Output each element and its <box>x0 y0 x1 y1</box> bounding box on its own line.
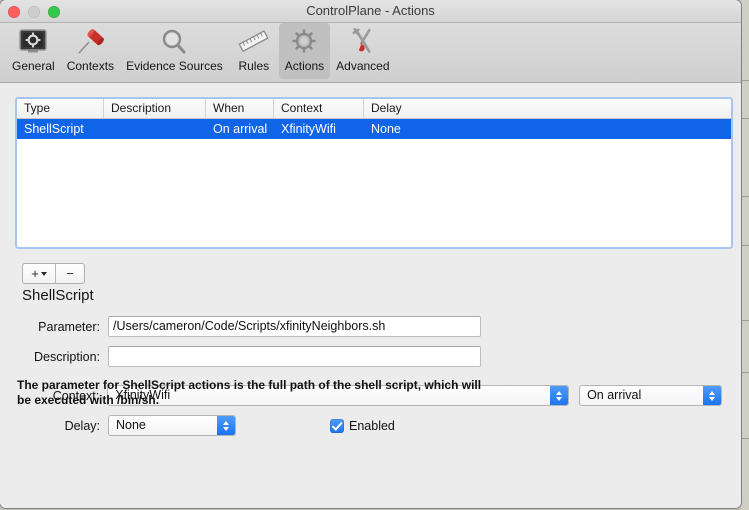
when-select[interactable]: On arrival <box>579 385 722 406</box>
add-action-button[interactable]: + <box>23 264 56 283</box>
chevron-down-icon <box>223 426 229 431</box>
toolbar-item-advanced[interactable]: Advanced <box>330 23 395 79</box>
stepper-icon[interactable] <box>217 416 235 435</box>
application-window: ControlPlane - Actions General Contexts … <box>0 0 741 508</box>
enabled-checkbox[interactable]: Enabled <box>330 418 395 433</box>
toolbar-item-actions[interactable]: Actions <box>278 23 331 79</box>
chevron-up-icon <box>223 420 229 425</box>
stepper-icon[interactable] <box>703 386 721 405</box>
toolbar-item-label: General <box>12 59 55 73</box>
chevron-down-icon <box>556 396 563 401</box>
window-titlebar[interactable]: ControlPlane - Actions <box>0 0 741 23</box>
table-row[interactable]: ShellScript On arrival XfinityWifi None <box>17 119 731 139</box>
toolbar-item-general[interactable]: General <box>6 23 61 79</box>
list-controls: + − <box>22 263 85 284</box>
delay-select-value: None <box>116 418 146 432</box>
parameter-input[interactable]: /Users/cameron/Code/Scripts/xfinityNeigh… <box>108 316 481 337</box>
cell-delay: None <box>371 122 401 136</box>
cell-context: XfinityWifi <box>281 122 336 136</box>
help-text: The parameter for ShellScript actions is… <box>17 378 482 407</box>
toolbar: General Contexts Evidence Sources Rules … <box>0 23 741 83</box>
window-title: ControlPlane - Actions <box>306 3 435 18</box>
chevron-down-icon <box>40 271 47 276</box>
background-desktop-strip <box>741 0 749 510</box>
description-row: Description: <box>22 346 482 367</box>
description-label: Description: <box>34 349 100 364</box>
remove-action-button[interactable]: − <box>56 264 84 283</box>
toolbar-item-rules[interactable]: Rules <box>229 23 279 79</box>
column-header-context[interactable]: Context <box>274 99 364 118</box>
chevron-up-icon <box>556 390 563 395</box>
toolbar-item-label: Rules <box>238 59 270 73</box>
magnifier-icon <box>155 25 193 59</box>
toolbar-item-contexts[interactable]: Contexts <box>61 23 120 79</box>
cell-type: ShellScript <box>24 122 84 136</box>
pushpin-icon <box>71 25 109 59</box>
parameter-label: Parameter: <box>38 319 100 334</box>
enabled-label: Enabled <box>349 418 395 433</box>
wrench-screwdriver-icon <box>344 25 382 59</box>
column-header-type[interactable]: Type <box>17 99 104 118</box>
stepper-icon[interactable] <box>550 386 569 405</box>
column-header-description[interactable]: Description <box>104 99 206 118</box>
detail-heading: ShellScript <box>22 287 94 304</box>
when-select-value: On arrival <box>587 388 642 402</box>
cell-when: On arrival <box>213 122 268 136</box>
delay-row: Delay: None Enabled <box>22 415 442 436</box>
toolbar-item-evidence-sources[interactable]: Evidence Sources <box>120 23 229 79</box>
parameter-row: Parameter: /Users/cameron/Code/Scripts/x… <box>22 316 482 337</box>
table-header-row: Type Description When Context Delay <box>17 99 731 119</box>
delay-select[interactable]: None <box>108 415 236 436</box>
description-input[interactable] <box>108 346 481 367</box>
checkmark-icon <box>330 418 344 433</box>
toolbar-item-label: Evidence Sources <box>126 59 223 73</box>
actions-pane: Type Description When Context Delay Shel… <box>0 83 741 508</box>
gear-icon <box>285 25 323 59</box>
toolbar-item-label: Actions <box>284 59 325 73</box>
delay-label: Delay: <box>64 418 100 433</box>
chevron-down-icon <box>709 396 715 401</box>
toolbar-item-label: Contexts <box>66 59 115 73</box>
chevron-up-icon <box>709 390 715 395</box>
add-action-label: + <box>31 266 39 281</box>
toolbar-item-label: Advanced <box>336 59 390 73</box>
actions-table[interactable]: Type Description When Context Delay Shel… <box>15 97 733 249</box>
remove-action-label: − <box>66 266 74 281</box>
column-header-delay[interactable]: Delay <box>364 99 731 118</box>
column-header-when[interactable]: When <box>206 99 274 118</box>
general-monitor-gear-icon <box>14 25 52 59</box>
screen: ControlPlane - Actions General Contexts … <box>0 0 749 510</box>
ruler-icon <box>235 25 273 59</box>
